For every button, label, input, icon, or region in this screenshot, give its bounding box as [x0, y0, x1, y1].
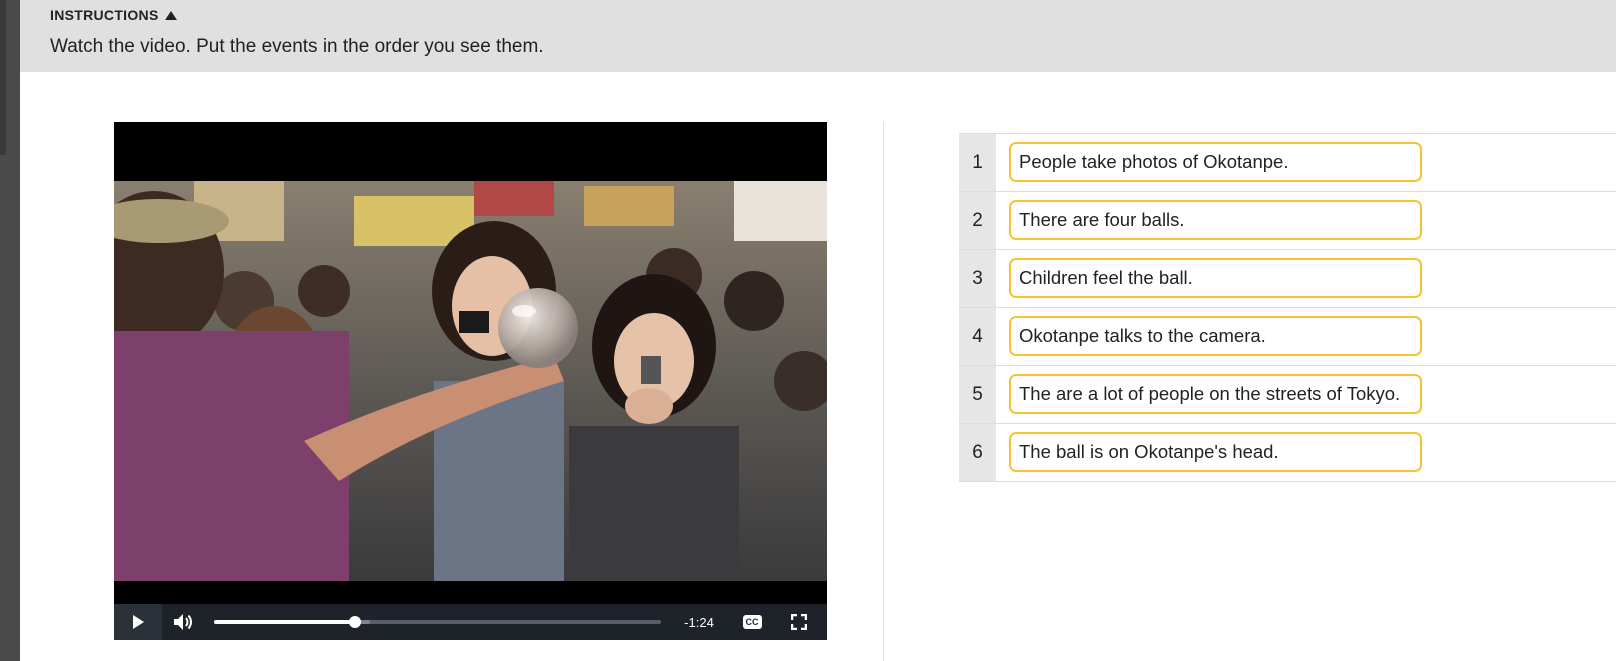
- play-icon: [133, 615, 144, 629]
- row-number: 6: [959, 424, 996, 481]
- draggable-event-item[interactable]: There are four balls.: [1009, 200, 1422, 240]
- left-rail: [0, 0, 20, 661]
- fullscreen-icon: [791, 614, 807, 630]
- instructions-text: Watch the video. Put the events in the o…: [50, 36, 544, 57]
- order-row: 1 People take photos of Okotanpe.: [959, 133, 1616, 191]
- order-row: 2 There are four balls.: [959, 191, 1616, 249]
- draggable-event-item[interactable]: Children feel the ball.: [1009, 258, 1422, 298]
- left-rail-notch: [0, 0, 6, 155]
- order-row: 6 The ball is on Okotanpe's head.: [959, 423, 1616, 482]
- volume-button[interactable]: [162, 604, 206, 640]
- fullscreen-button[interactable]: [777, 604, 821, 640]
- video-controls: -1:24 CC: [114, 604, 827, 640]
- draggable-event-item[interactable]: The are a lot of people on the streets o…: [1009, 374, 1422, 414]
- order-row: 4 Okotanpe talks to the camera.: [959, 307, 1616, 365]
- column-divider: [883, 122, 884, 661]
- time-remaining: -1:24: [684, 614, 714, 630]
- draggable-event-item[interactable]: People take photos of Okotanpe.: [1009, 142, 1422, 182]
- row-number: 4: [959, 308, 996, 365]
- video-thumbnail-image: [114, 181, 827, 581]
- video-player[interactable]: -1:24 CC: [114, 122, 827, 640]
- video-frame[interactable]: [114, 181, 827, 581]
- instructions-toggle[interactable]: INSTRUCTIONS: [50, 7, 177, 23]
- closed-captions-button[interactable]: CC: [729, 604, 775, 640]
- draggable-event-item[interactable]: The ball is on Okotanpe's head.: [1009, 432, 1422, 472]
- instructions-header: INSTRUCTIONS: [50, 7, 159, 23]
- order-row: 3 Children feel the ball.: [959, 249, 1616, 307]
- row-number: 2: [959, 192, 996, 249]
- progress-handle[interactable]: [348, 616, 361, 628]
- row-number: 1: [959, 134, 996, 191]
- volume-icon: [174, 614, 192, 630]
- row-number: 5: [959, 366, 996, 423]
- play-button[interactable]: [114, 604, 162, 640]
- draggable-event-item[interactable]: Okotanpe talks to the camera.: [1009, 316, 1422, 356]
- ordering-list: 1 People take photos of Okotanpe. 2 Ther…: [959, 133, 1616, 482]
- order-row: 5 The are a lot of people on the streets…: [959, 365, 1616, 423]
- row-number: 3: [959, 250, 996, 307]
- closed-captions-icon: CC: [742, 615, 762, 629]
- instructions-panel: INSTRUCTIONS Watch the video. Put the ev…: [20, 0, 1616, 72]
- caret-up-icon[interactable]: [164, 10, 177, 20]
- progress-bar[interactable]: [214, 616, 661, 628]
- progress-played: [214, 620, 355, 624]
